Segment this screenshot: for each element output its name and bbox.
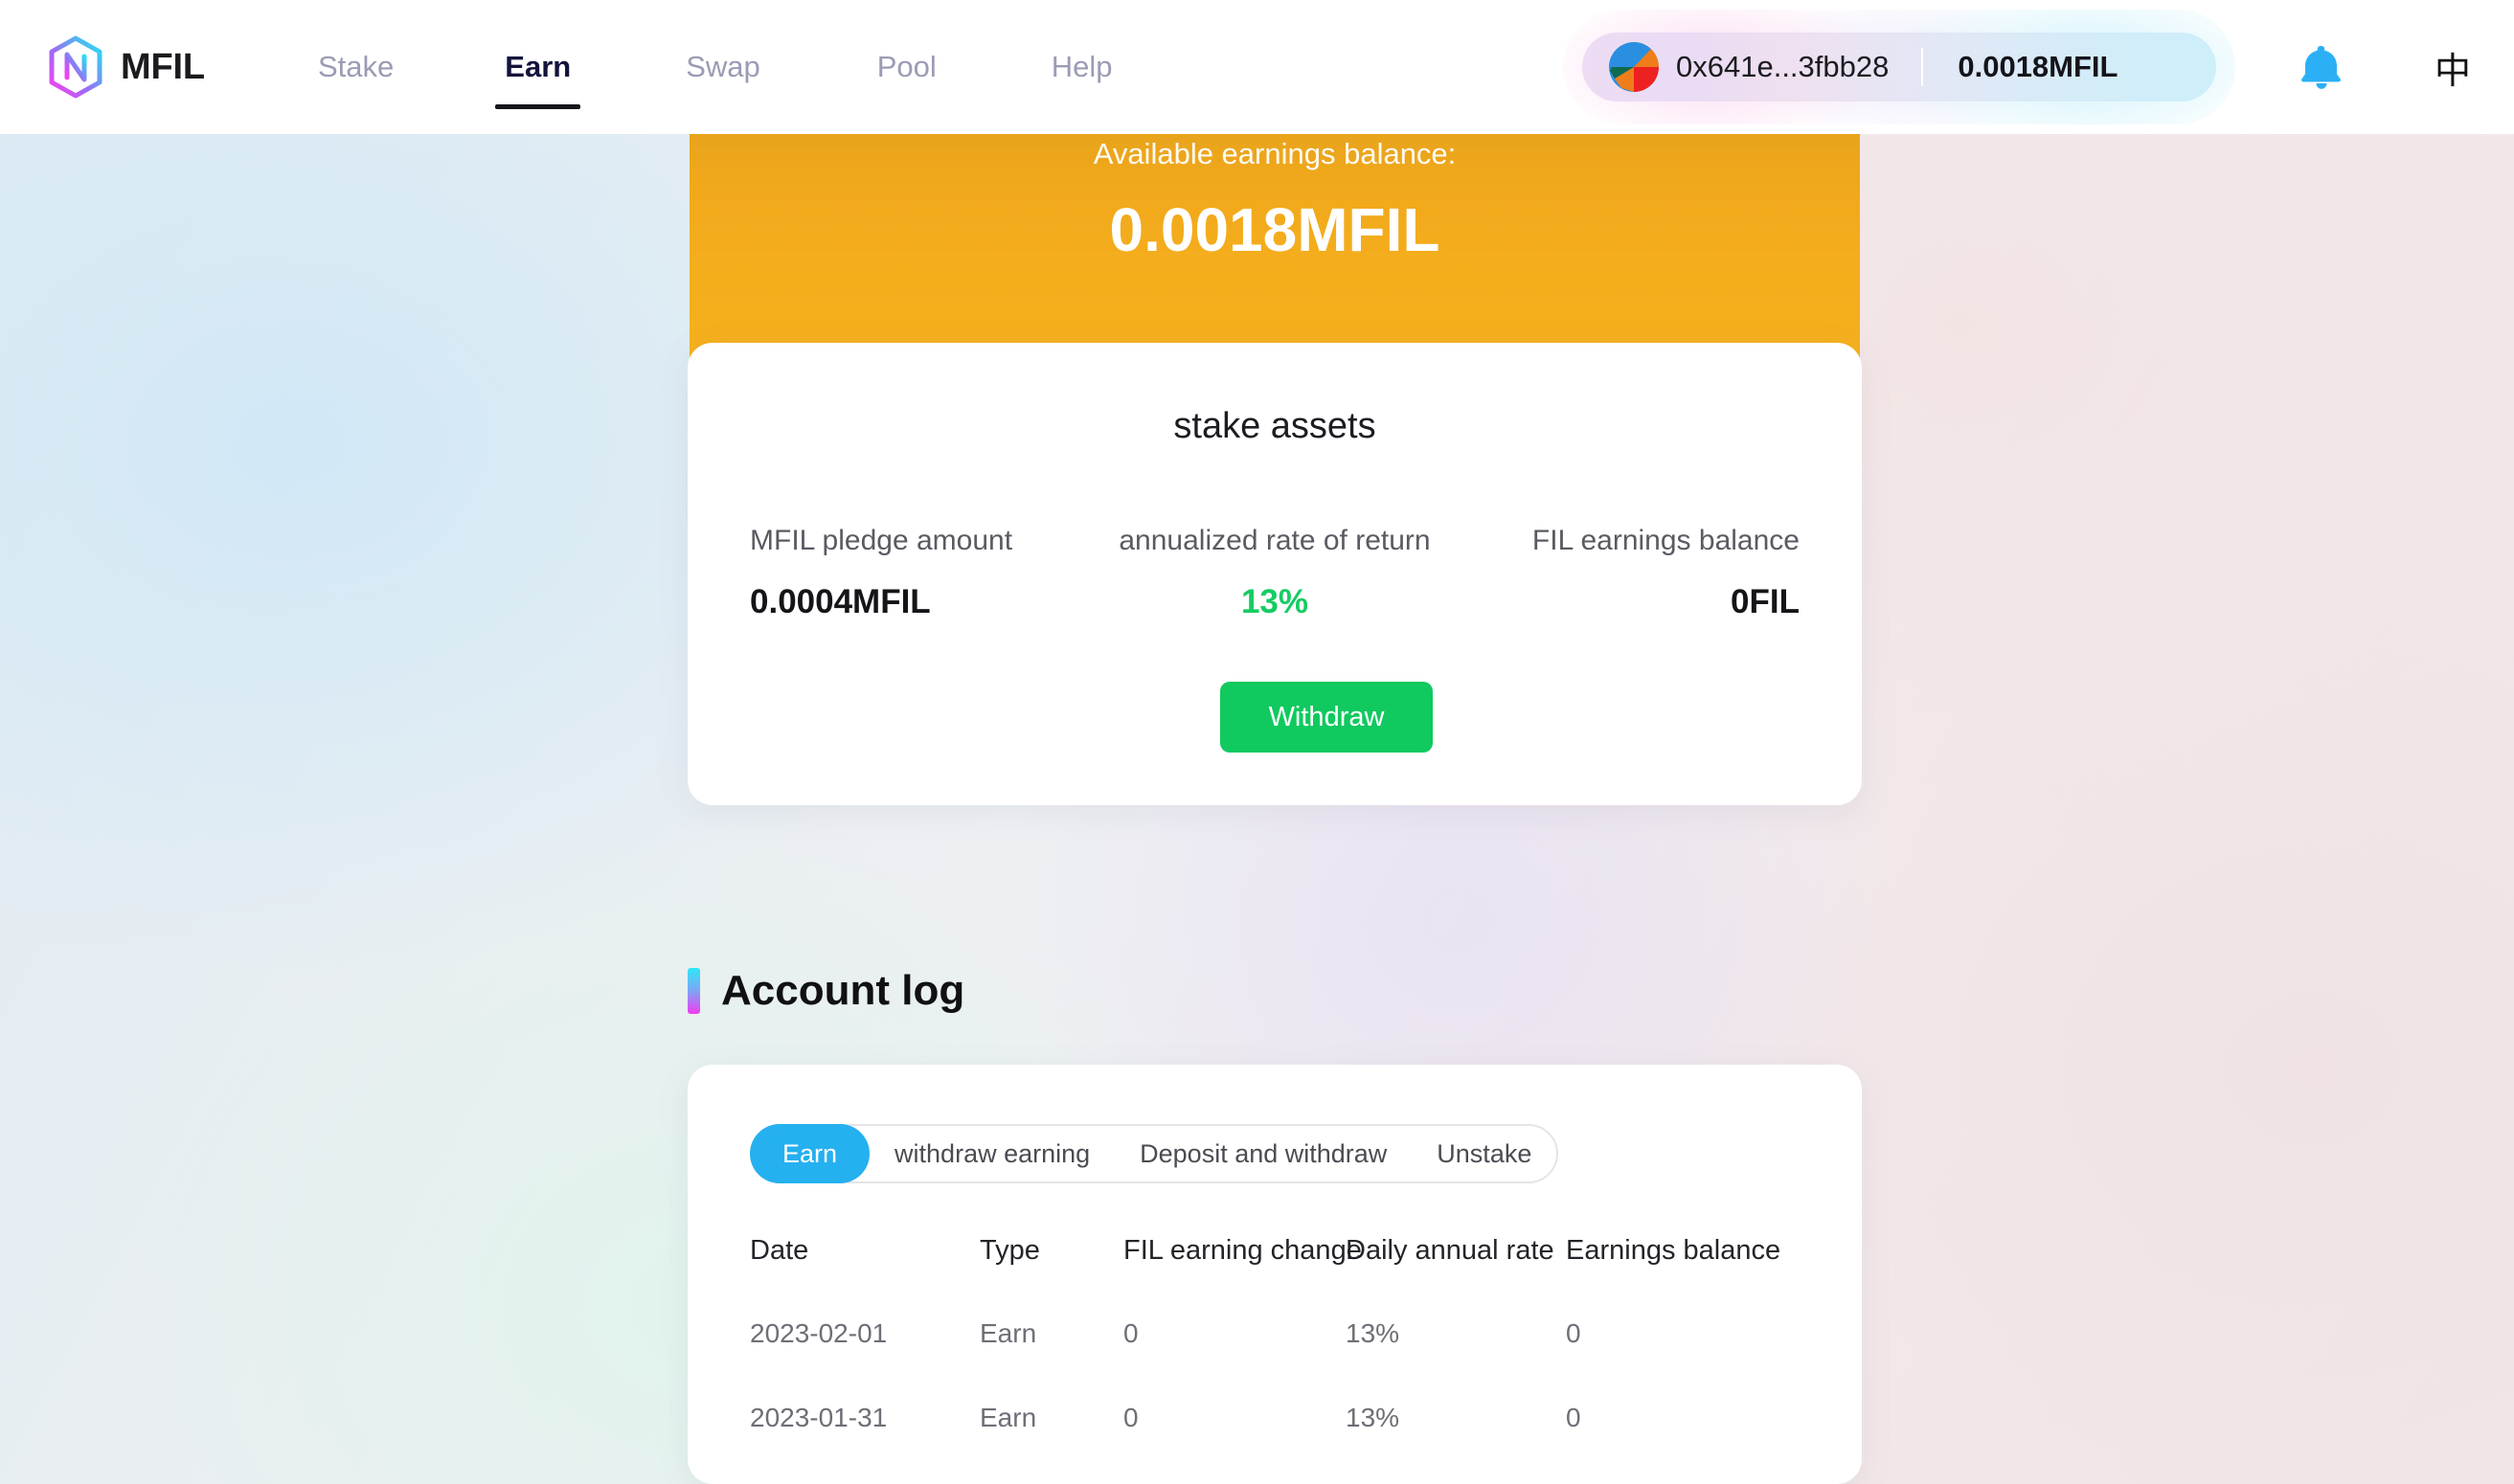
stake-assets-title: stake assets <box>1173 406 1376 446</box>
metric-label: annualized rate of return <box>1119 525 1431 556</box>
account-log-heading: Account log <box>688 967 964 1015</box>
tab-unstake[interactable]: Unstake <box>1412 1126 1556 1181</box>
brand-logo[interactable]: MFIL <box>46 0 205 134</box>
table-header-row: Date Type FIL earning change Daily annua… <box>750 1235 1803 1318</box>
language-toggle-icon: 中 <box>2434 51 2471 92</box>
earnings-banner-label: Available earnings balance: <box>1093 137 1457 170</box>
metric-value: 13% <box>1240 583 1309 620</box>
nav-item-help[interactable]: Help <box>1042 0 1122 134</box>
cell-balance: 0 <box>1566 1403 1581 1432</box>
wallet-pill-container: 0x641e...3fbb28 0.0018MFIL <box>1563 10 2235 124</box>
notification-button[interactable] <box>2281 27 2362 107</box>
cell-balance: 0 <box>1566 1318 1581 1348</box>
account-log-table: Date Type FIL earning change Daily annua… <box>750 1235 1803 1484</box>
metric-pledge-amount: MFIL pledge amount 0.0004MFIL <box>750 525 1099 621</box>
column-header-date: Date <box>750 1235 809 1266</box>
nav-item-swap[interactable]: Swap <box>676 0 770 134</box>
wallet-divider <box>1921 48 1924 86</box>
metric-label: FIL earnings balance <box>1531 525 1800 556</box>
cell-date: 2023-01-31 <box>750 1403 888 1432</box>
stake-metrics-row: MFIL pledge amount 0.0004MFIL annualized… <box>750 525 1800 621</box>
metric-label: MFIL pledge amount <box>750 525 1013 556</box>
cell-rate: 13% <box>1346 1318 1400 1348</box>
tab-withdraw-earning[interactable]: withdraw earning <box>870 1126 1115 1181</box>
column-header-daily-annual-rate: Daily annual rate <box>1346 1235 1554 1266</box>
account-log-tabs: Earn withdraw earning Deposit and withdr… <box>750 1124 1559 1183</box>
cell-change: 0 <box>1123 1403 1139 1432</box>
cell-type: Earn <box>980 1318 1037 1348</box>
nav-item-stake[interactable]: Stake <box>308 0 403 134</box>
wallet-blockie-avatar <box>1609 42 1659 92</box>
language-toggle-button[interactable]: 中 <box>2415 27 2490 107</box>
tab-deposit-and-withdraw[interactable]: Deposit and withdraw <box>1115 1126 1412 1181</box>
main-nav: Stake Earn Swap Pool Help <box>308 0 1122 134</box>
metric-fil-earnings-balance: FIL earnings balance 0FIL <box>1450 525 1800 621</box>
table-row: 2023-01-31 Earn 0 13% 0 <box>750 1403 1803 1484</box>
nav-item-earn[interactable]: Earn <box>495 0 581 134</box>
cell-change: 0 <box>1123 1318 1139 1348</box>
wallet-balance: 0.0018MFIL <box>1958 50 2118 83</box>
nav-item-pool[interactable]: Pool <box>868 0 946 134</box>
cell-date: 2023-02-01 <box>750 1318 888 1348</box>
wallet-pill[interactable]: 0x641e...3fbb28 0.0018MFIL <box>1582 33 2216 101</box>
metric-value: 0FIL <box>1731 583 1800 620</box>
metric-annualized-rate: annualized rate of return 13% <box>1099 525 1449 621</box>
bell-icon <box>2301 46 2341 89</box>
table-row: 2023-02-01 Earn 0 13% 0 <box>750 1318 1803 1403</box>
withdraw-button[interactable]: Withdraw <box>1220 682 1433 753</box>
earnings-banner-value: 0.0018MFIL <box>1109 195 1440 265</box>
app-header: MFIL Stake Earn Swap Pool Help 0x641e...… <box>0 0 2514 134</box>
accent-bar <box>688 968 700 1014</box>
brand-name: MFIL <box>121 46 205 87</box>
metric-value: 0.0004MFIL <box>750 583 931 620</box>
account-log-card: Earn withdraw earning Deposit and withdr… <box>688 1065 1862 1484</box>
account-log-title: Account log <box>721 967 965 1014</box>
column-header-fil-earning-change: FIL earning change <box>1123 1235 1362 1266</box>
cell-rate: 13% <box>1346 1403 1400 1432</box>
tab-earn[interactable]: Earn <box>750 1124 871 1183</box>
wallet-address: 0x641e...3fbb28 <box>1676 50 1890 83</box>
earnings-banner: Available earnings balance: 0.0018MFIL <box>690 134 1860 371</box>
cell-type: Earn <box>980 1403 1037 1432</box>
hexagon-logo-icon <box>49 35 102 99</box>
column-header-type: Type <box>980 1235 1040 1266</box>
column-header-earnings-balance: Earnings balance <box>1566 1235 1781 1266</box>
